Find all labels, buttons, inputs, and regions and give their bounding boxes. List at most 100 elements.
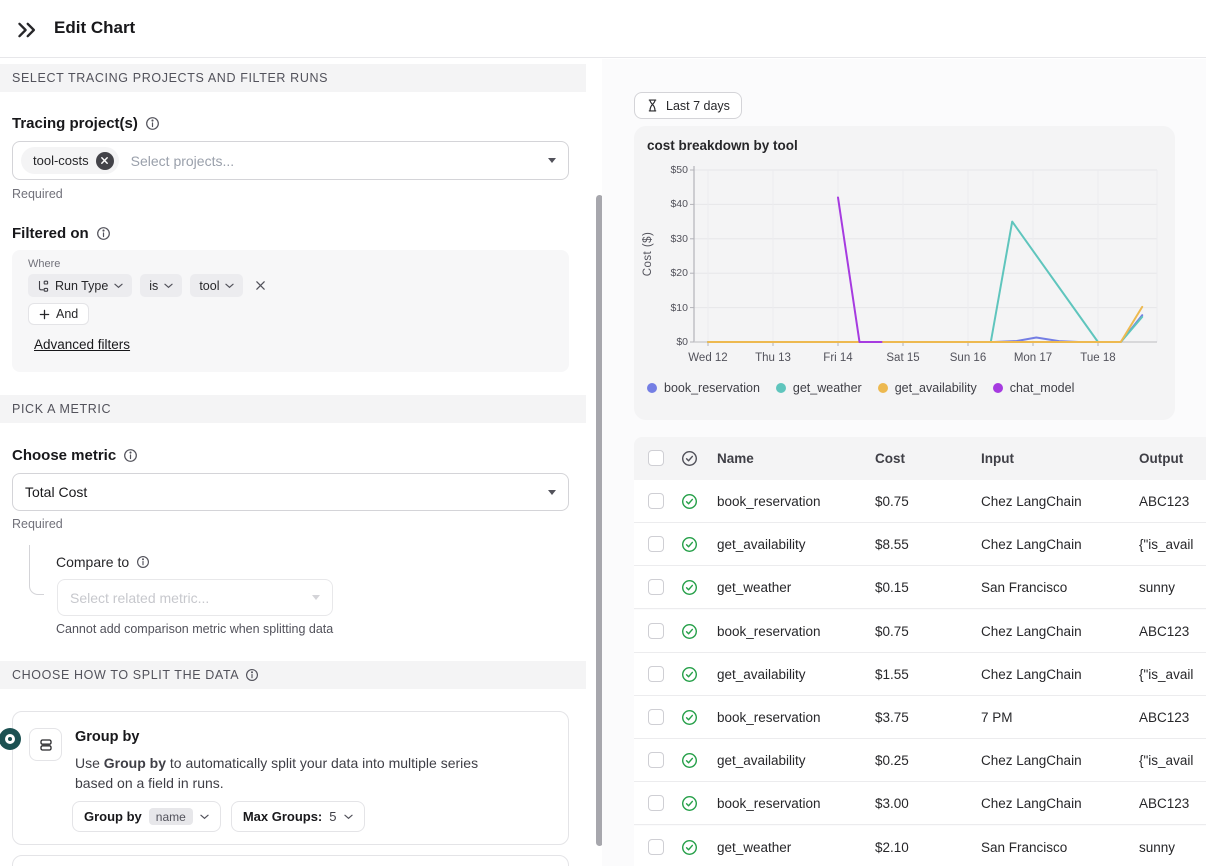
table-cell: 7 PM [981, 710, 1013, 725]
table-cell: $8.55 [875, 537, 909, 553]
table-cell: get_weather [717, 580, 792, 596]
compare-metric-select[interactable]: Select related metric... [57, 579, 333, 616]
table-row[interactable]: book_reservation $0.75 Chez LangChain ABC12… [634, 480, 1206, 523]
legend-dot [647, 383, 657, 393]
table-cell: get_availability [717, 753, 806, 769]
projects-select[interactable]: tool-costs Select projects... [12, 141, 569, 180]
group-by-card[interactable]: Group by Use Group by to automatically s… [0, 711, 569, 845]
table-row[interactable]: get_availability $8.55 Chez LangChain {"is_… [634, 523, 1206, 567]
table-cell: $2.10 [875, 839, 909, 855]
row-checkbox[interactable] [648, 752, 664, 769]
table-row[interactable]: book_reservation $3.75 7 PM ABC123 [634, 696, 1206, 739]
table-cell: Chez LangChain [981, 623, 1082, 639]
where-label: Where [28, 258, 61, 270]
info-icon[interactable] [123, 448, 138, 463]
column-header: Output [1139, 451, 1184, 466]
info-icon[interactable] [136, 555, 151, 570]
legend-item-book_reservation[interactable]: book_reservation [647, 381, 760, 395]
y-tick: $40 [670, 198, 688, 211]
row-checkbox[interactable] [648, 838, 664, 855]
column-header: Input [981, 451, 1014, 466]
status-success-icon [681, 579, 698, 596]
info-icon[interactable] [145, 116, 160, 131]
chart-card: cost breakdown by tool Cost ($) $0 $10 $20… [634, 126, 1175, 420]
section-pick-metric: PICK A METRIC [0, 395, 586, 423]
table-cell: $1.55 [875, 666, 909, 682]
row-checkbox[interactable] [648, 665, 664, 682]
chevron-down-icon [548, 489, 556, 495]
y-tick: $20 [670, 267, 688, 280]
row-checkbox[interactable] [648, 622, 664, 639]
filter-operator-chip[interactable]: is [140, 274, 183, 297]
table-row[interactable]: get_weather $0.15 San Francisco sunny [634, 566, 1206, 610]
info-icon[interactable] [245, 668, 260, 683]
page-title: Edit Chart [54, 18, 136, 37]
row-checkbox[interactable] [648, 795, 664, 812]
row-checkbox[interactable] [648, 493, 664, 509]
group-by-radio[interactable] [0, 728, 21, 750]
x-tick: Mon 17 [1013, 352, 1053, 364]
table-cell: book_reservation [717, 710, 821, 725]
status-success-icon [681, 536, 698, 553]
table-cell: $0.15 [875, 580, 909, 596]
table-cell: $0.25 [875, 753, 909, 769]
y-tick: $30 [670, 232, 688, 245]
required-note: Required [12, 517, 63, 531]
x-tick: Fri 14 [823, 352, 853, 364]
row-checkbox[interactable] [648, 709, 664, 725]
table-row[interactable]: get_availability $1.55 Chez LangChain {"is_… [634, 652, 1206, 696]
column-header: Cost [875, 451, 905, 466]
table-cell: get_availability [717, 537, 806, 553]
filter-field-chip[interactable]: Run Type [28, 274, 133, 297]
metric-select[interactable]: Total Cost [12, 473, 569, 511]
table-cell: Chez LangChain [981, 494, 1082, 509]
add-and-filter-button[interactable]: And [28, 303, 90, 325]
status-success-icon [681, 493, 698, 510]
legend-label: chat_model [1009, 381, 1075, 395]
metric-value: Total Cost [25, 484, 88, 500]
legend-item-get_availability[interactable]: get_availability [877, 381, 977, 395]
table-cell: ABC123 [1139, 710, 1190, 725]
collapse-panel-icon[interactable] [16, 19, 38, 41]
chevron-down-icon [312, 595, 320, 600]
hourglass-icon [648, 99, 657, 112]
row-checkbox[interactable] [648, 536, 664, 553]
status-success-icon [681, 752, 698, 769]
compare-placeholder: Select related metric... [70, 589, 210, 606]
info-icon[interactable] [96, 226, 111, 241]
table-cell: $0.75 [875, 623, 909, 639]
table-row[interactable]: get_availability $0.25 Chez LangChain {"is_… [634, 739, 1206, 783]
cost-line-chart [690, 166, 1158, 346]
legend-item-get_weather[interactable]: get_weather [775, 381, 862, 395]
chevron-down-icon [225, 283, 235, 289]
remove-project-icon[interactable] [95, 151, 114, 170]
legend-dot [775, 383, 786, 393]
filter-value-chip[interactable]: tool [190, 274, 244, 297]
section-select-projects: SELECT TRACING PROJECTS AND FILTER RUNS [0, 64, 586, 92]
y-tick: $50 [670, 164, 688, 176]
legend-item-chat_model[interactable]: chat_model [992, 381, 1075, 395]
remove-filter-icon[interactable] [255, 280, 266, 291]
rows-icon [29, 728, 62, 761]
max-groups-button[interactable]: Max Groups: 5 [230, 801, 365, 832]
advanced-filters-link[interactable]: Advanced filters [34, 337, 130, 352]
group-by-field-button[interactable]: Group by name [72, 801, 221, 832]
time-range-button[interactable]: Last 7 days [634, 92, 742, 119]
chevron-down-icon [164, 283, 173, 289]
table-row[interactable]: book_reservation $0.75 Chez LangChain ABC12… [634, 609, 1206, 653]
status-success-icon [681, 709, 698, 726]
row-checkbox[interactable] [648, 450, 664, 466]
table-cell: $0.75 [875, 494, 909, 509]
y-tick: $10 [670, 301, 688, 314]
x-tick: Tue 18 [1080, 352, 1116, 364]
group-by-description: Use Group by to automatically split your… [75, 755, 479, 792]
table-cell: Chez LangChain [981, 753, 1082, 769]
project-chip: tool-costs [21, 147, 119, 174]
table-row[interactable]: book_reservation $3.00 Chez LangChain ABC12… [634, 782, 1206, 826]
x-tick: Sun 16 [949, 352, 987, 364]
row-checkbox[interactable] [648, 579, 664, 596]
table-row[interactable]: get_weather $2.10 San Francisco sunny [634, 825, 1206, 866]
legend-label: get_availability [894, 381, 977, 395]
table-cell: get_weather [717, 839, 792, 855]
next-split-card[interactable] [12, 855, 569, 866]
